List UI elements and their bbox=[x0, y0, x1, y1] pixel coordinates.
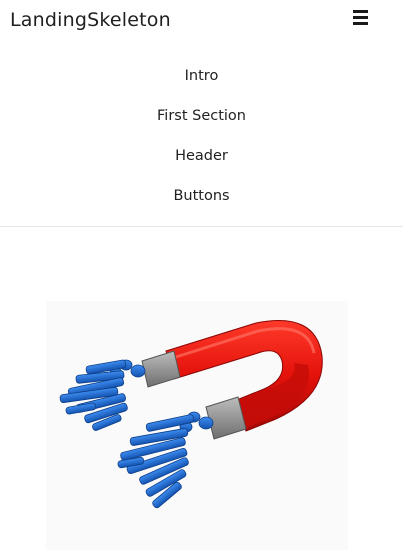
nav-link-buttons[interactable]: Buttons bbox=[173, 188, 229, 204]
menu-bar-top bbox=[353, 10, 368, 13]
nav-item-first-section: First Section bbox=[0, 96, 403, 136]
magnet-people-svg bbox=[59, 319, 323, 509]
hero-section bbox=[0, 227, 403, 550]
nav-link-first-section[interactable]: First Section bbox=[157, 108, 246, 124]
menu-bar-bottom bbox=[353, 22, 368, 25]
nav-item-header: Header bbox=[0, 136, 403, 176]
nav-link-intro[interactable]: Intro bbox=[185, 68, 219, 84]
hamburger-menu-icon[interactable] bbox=[353, 10, 368, 25]
people-figures-top bbox=[59, 359, 146, 431]
navbar: LandingSkeleton Intro First Section Head… bbox=[0, 0, 403, 227]
nav-link-header[interactable]: Header bbox=[175, 148, 228, 164]
menu-bar-middle bbox=[353, 16, 368, 19]
page: LandingSkeleton Intro First Section Head… bbox=[0, 0, 403, 550]
people-figures-bottom bbox=[117, 411, 214, 509]
brand-logo[interactable]: LandingSkeleton bbox=[10, 9, 171, 31]
nav-item-buttons: Buttons bbox=[0, 176, 403, 216]
magnet-illustration bbox=[46, 301, 348, 550]
nav-item-intro: Intro bbox=[0, 56, 403, 96]
nav-menu: Intro First Section Header Buttons bbox=[0, 56, 403, 216]
